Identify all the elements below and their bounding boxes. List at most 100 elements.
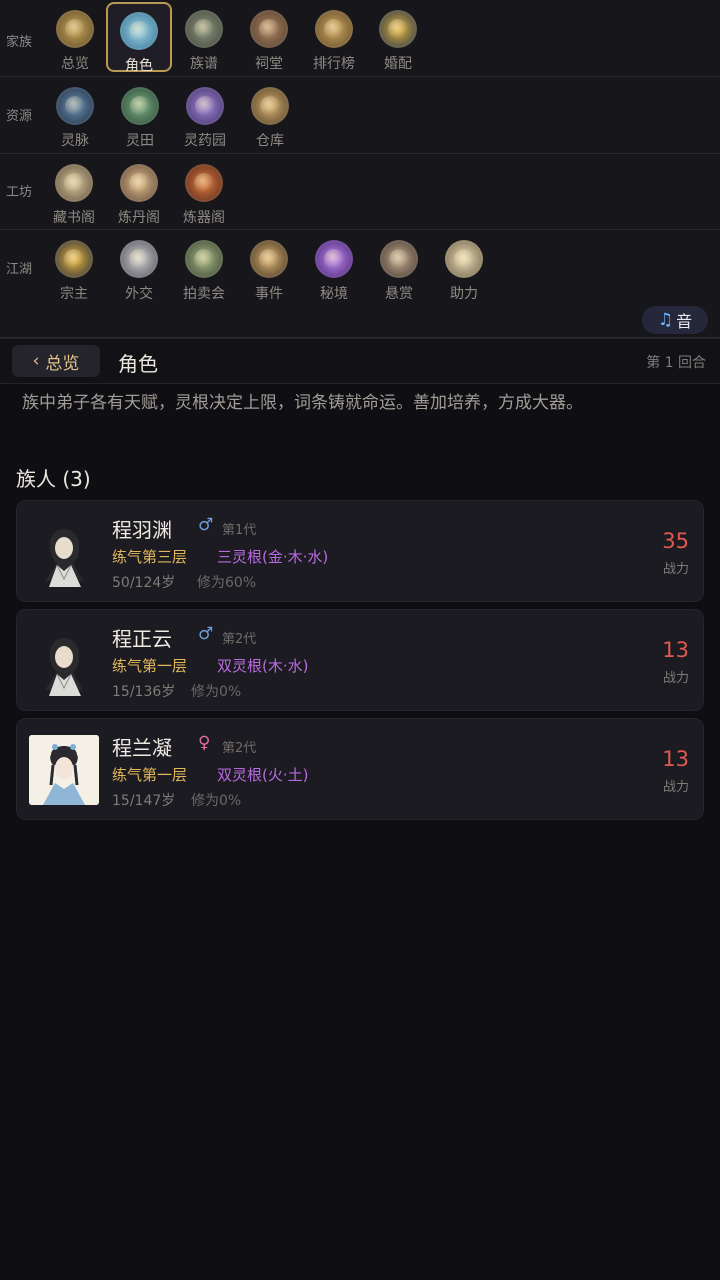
nav-row-jianghu: 江湖 宗主 外交 拍卖会 事件 秘境 悬赏 助力: [0, 229, 720, 338]
nav-label-forge: 炼器阁: [183, 210, 225, 226]
warehouse-icon: [251, 87, 289, 125]
nav-item-ancestral-hall[interactable]: 祠堂: [237, 10, 301, 73]
nav-label-character: 角色: [125, 58, 153, 74]
nav-item-genealogy[interactable]: 族谱: [172, 10, 236, 73]
herb-garden-icon: [186, 87, 224, 125]
member-name: 程羽渊: [112, 518, 172, 542]
nav-label-event: 事件: [255, 286, 283, 302]
page-title: 角色: [118, 352, 158, 376]
bounty-icon: [380, 240, 418, 278]
page-description: 族中弟子各有天赋，灵根决定上限，词条铸就命运。善加培养，方成大器。: [22, 393, 583, 413]
portrait-avatar: [29, 735, 99, 805]
nav-item-assist[interactable]: 助力: [432, 240, 496, 303]
nav-item-character[interactable]: 角色: [106, 2, 172, 74]
row-label-jianghu: 江湖: [6, 262, 33, 277]
music-label: 音: [676, 312, 693, 331]
header-bar: ‹ 总览 角色 第 1 回合: [0, 338, 720, 384]
nav-item-secret-realm[interactable]: 秘境: [302, 240, 366, 303]
spirit-field-icon: [121, 87, 159, 125]
nav-item-herb-garden[interactable]: 灵药园: [173, 87, 237, 150]
music-button[interactable]: ♫ 音: [642, 306, 708, 334]
nav-row-workshop: 工坊 藏书阁 炼丹阁 炼器阁: [0, 153, 720, 230]
nav-label-assist: 助力: [450, 286, 478, 302]
nav-item-overview[interactable]: 总览: [43, 10, 107, 73]
nav-label-bounty: 悬赏: [385, 286, 413, 302]
male-icon: ♂: [198, 515, 214, 535]
nav-item-sect-master[interactable]: 宗主: [42, 240, 106, 303]
nav-item-library[interactable]: 藏书阁: [42, 164, 106, 227]
member-power: 35: [662, 529, 689, 553]
nav-item-spirit-field[interactable]: 灵田: [108, 87, 172, 150]
nav-label-herb-garden: 灵药园: [184, 133, 226, 149]
member-spirit-root: 双灵根(火·土): [217, 766, 309, 784]
nav-item-event[interactable]: 事件: [237, 240, 301, 303]
nav-row-resources: 资源 灵脉 灵田 灵药园 仓库: [0, 76, 720, 154]
member-spirit-root: 三灵根(金·木·水): [217, 548, 329, 566]
nav-label-library: 藏书阁: [53, 210, 95, 226]
overview-icon: [56, 10, 94, 48]
nav-item-alchemy[interactable]: 炼丹阁: [107, 164, 171, 227]
nav-label-spirit-vein: 灵脉: [61, 133, 89, 149]
event-icon: [250, 240, 288, 278]
secret-realm-icon: [315, 240, 353, 278]
nav-item-spirit-vein[interactable]: 灵脉: [43, 87, 107, 150]
member-cultivation: 修为0%: [191, 793, 242, 809]
nav-label-ancestral-hall: 祠堂: [255, 56, 283, 72]
character-icon: [120, 12, 158, 50]
nav-label-warehouse: 仓库: [256, 133, 284, 149]
member-card[interactable]: 程正云 ♂ 第2代 练气第一层 双灵根(木·水) 15/136岁 修为0% 13…: [16, 609, 704, 711]
back-label: 总览: [45, 353, 80, 374]
row-label-resources: 资源: [6, 109, 33, 124]
back-button[interactable]: ‹ 总览: [12, 345, 100, 377]
nav-label-ranking: 排行榜: [313, 56, 355, 72]
member-generation: 第2代: [222, 632, 257, 647]
portrait-avatar: [29, 517, 99, 587]
nav-item-bounty[interactable]: 悬赏: [367, 240, 431, 303]
member-age: 15/147岁: [112, 793, 176, 809]
assist-icon: [445, 240, 483, 278]
forge-icon: [185, 164, 223, 202]
diplomacy-icon: [120, 240, 158, 278]
marriage-icon: [379, 10, 417, 48]
member-realm: 练气第一层: [112, 657, 188, 675]
nav-label-genealogy: 族谱: [190, 56, 218, 72]
male-icon: ♂: [198, 624, 214, 644]
member-power: 13: [662, 747, 689, 771]
sect-master-icon: [55, 240, 93, 278]
nav-row-family: 家族 总览 角色 族谱 祠堂 排行榜 婚配: [0, 0, 720, 77]
member-spirit-root: 双灵根(木·水): [217, 657, 309, 675]
nav-label-overview: 总览: [61, 56, 89, 72]
nav-label-spirit-field: 灵田: [126, 133, 154, 149]
nav-item-ranking[interactable]: 排行榜: [302, 10, 366, 73]
member-realm: 练气第三层: [112, 548, 188, 566]
female-icon: ♀: [198, 733, 211, 753]
member-name: 程兰凝: [112, 736, 172, 760]
nav-item-marriage[interactable]: 婚配: [366, 10, 430, 73]
member-age: 15/136岁: [112, 684, 176, 700]
power-label: 战力: [662, 671, 689, 686]
member-card[interactable]: 程羽渊 ♂ 第1代 练气第三层 三灵根(金·木·水) 50/124岁 修为60%…: [16, 500, 704, 602]
member-cultivation: 修为60%: [197, 575, 257, 591]
genealogy-icon: [185, 10, 223, 48]
member-generation: 第2代: [222, 741, 257, 756]
nav-label-sect-master: 宗主: [60, 286, 88, 302]
power-label: 战力: [662, 562, 689, 577]
member-card[interactable]: 程兰凝 ♀ 第2代 练气第一层 双灵根(火·土) 15/147岁 修为0% 13…: [16, 718, 704, 820]
member-generation: 第1代: [222, 523, 257, 538]
nav-item-diplomacy[interactable]: 外交: [107, 240, 171, 303]
nav-label-auction: 拍卖会: [183, 286, 225, 302]
nav-item-auction[interactable]: 拍卖会: [172, 240, 236, 303]
library-icon: [55, 164, 93, 202]
nav-item-warehouse[interactable]: 仓库: [238, 87, 302, 150]
nav-label-marriage: 婚配: [384, 56, 412, 72]
ancestral-hall-icon: [250, 10, 288, 48]
music-note-icon: ♫: [657, 310, 674, 330]
nav-label-secret-realm: 秘境: [320, 286, 348, 302]
chevron-left-icon: ‹: [32, 351, 40, 371]
alchemy-icon: [120, 164, 158, 202]
portrait-avatar: [29, 626, 99, 696]
nav-item-forge[interactable]: 炼器阁: [172, 164, 236, 227]
section-title: 族人 (3): [16, 467, 91, 491]
auction-icon: [185, 240, 223, 278]
ranking-icon: [315, 10, 353, 48]
